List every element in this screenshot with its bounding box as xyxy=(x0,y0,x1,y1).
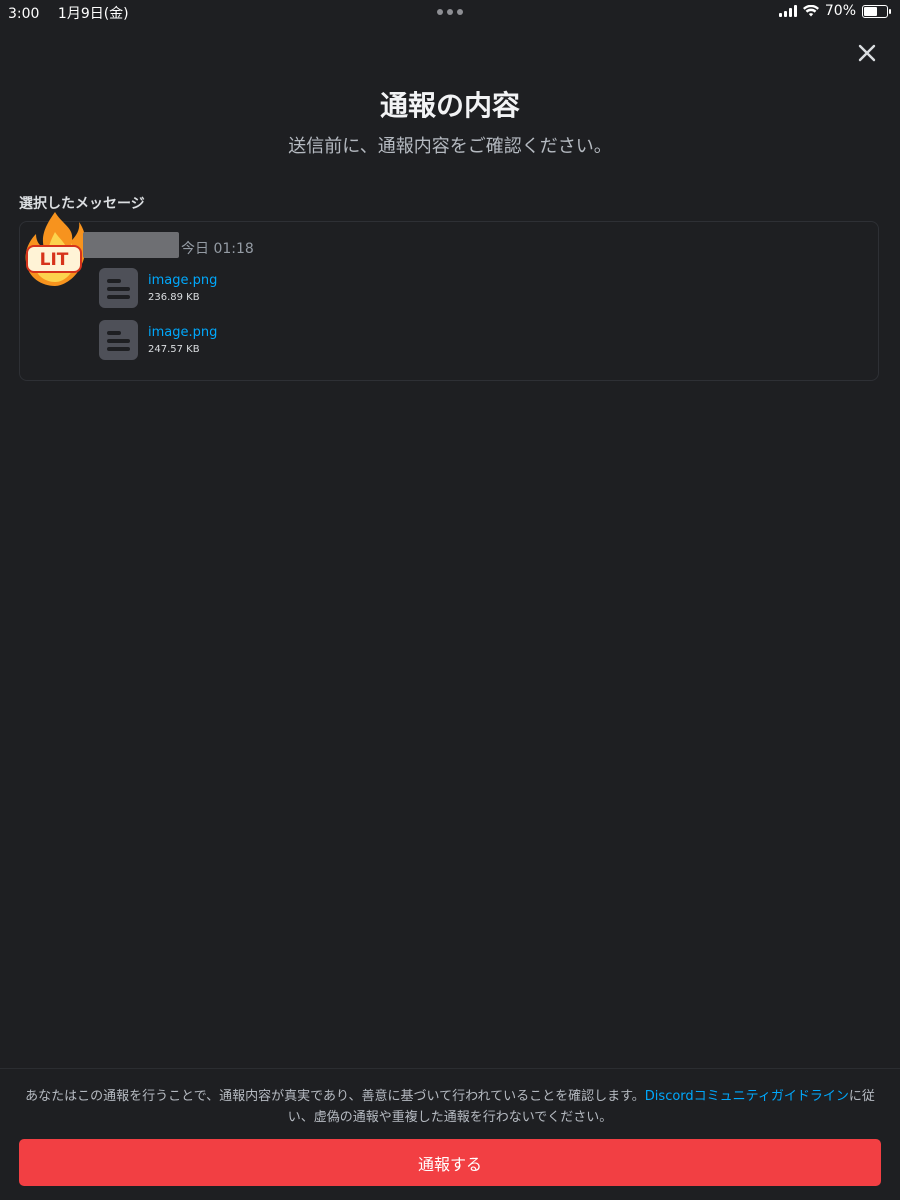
battery-percentage: 70% xyxy=(824,3,856,19)
status-bar-right: 70% xyxy=(778,3,891,19)
battery-icon xyxy=(862,4,891,18)
attachment-item[interactable]: image.png 236.89 KB xyxy=(99,268,399,308)
multitasking-dots-icon[interactable] xyxy=(437,9,463,15)
message-timestamp: 今日 01:18 xyxy=(181,241,254,257)
dialog-subtitle: 送信前に、通報内容をご確認ください。 xyxy=(288,136,612,157)
username-redacted xyxy=(83,232,179,258)
status-bar: 3:00 1月9日(金) 70% xyxy=(0,0,900,26)
report-disclaimer: あなたはこの通報を行うことで、通報内容が真実であり、善意に基づいて行われているこ… xyxy=(16,1086,884,1128)
report-button[interactable]: 通報する xyxy=(19,1139,881,1186)
cellular-signal-icon xyxy=(778,5,797,17)
battery-level xyxy=(864,6,878,16)
file-icon xyxy=(99,268,138,308)
wifi-icon xyxy=(802,5,819,17)
message-preview-card: LIT 今日 01:18 image.png 236.89 KB image.p… xyxy=(19,212,879,381)
attachment-name[interactable]: image.png xyxy=(148,273,217,288)
file-icon xyxy=(99,320,138,360)
fire-lit-avatar-icon: LIT xyxy=(25,212,86,286)
status-time: 3:00 xyxy=(8,6,40,22)
avatar: LIT xyxy=(22,210,88,288)
disclaimer-text-before: あなたはこの通報を行うことで、通報内容が真実であり、善意に基づいて行われているこ… xyxy=(25,1089,645,1104)
dialog-title: 通報の内容 xyxy=(379,89,520,122)
community-guidelines-link[interactable]: Discordコミュニティガイドライン xyxy=(645,1089,849,1104)
attachment-item[interactable]: image.png 247.57 KB xyxy=(99,320,399,360)
avatar-lit-text: LIT xyxy=(40,250,69,270)
status-bar-left: 3:00 1月9日(金) xyxy=(8,3,143,23)
footer-divider xyxy=(0,1068,900,1069)
attachment-size: 236.89 KB xyxy=(148,292,200,303)
status-date: 1月9日(金) xyxy=(57,6,129,22)
attachment-size: 247.57 KB xyxy=(148,344,200,355)
close-icon[interactable] xyxy=(854,40,880,66)
attachment-name[interactable]: image.png xyxy=(148,325,217,340)
